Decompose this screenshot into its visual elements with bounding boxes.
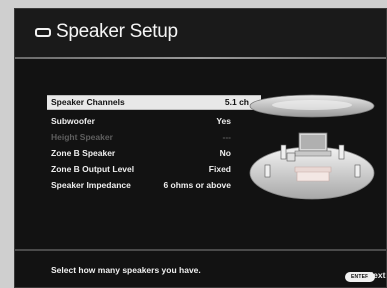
surround-right-speaker — [354, 164, 361, 178]
settings-menu: Speaker Channels 5.1 ch ◂▸ Subwoofer Yes… — [47, 95, 271, 193]
menu-row-label: Speaker Channels — [51, 97, 125, 107]
menu-row-zone-b-output-level[interactable]: Zone B Output Level Fixed — [47, 161, 261, 177]
menu-row-value: No — [219, 148, 231, 158]
menu-row-height-speaker: Height Speaker --- — [47, 129, 261, 145]
tv-screen-inner — [301, 135, 325, 149]
menu-row-speaker-channels[interactable]: Speaker Channels 5.1 ch ◂▸ — [47, 95, 271, 110]
menu-row-zone-b-speaker[interactable]: Zone B Speaker No — [47, 145, 261, 161]
menu-row-value: --- — [222, 132, 232, 142]
title-divider — [15, 57, 386, 59]
speaker-setup-screen: Speaker Setup Speaker Channels 5.1 ch ◂▸… — [14, 8, 387, 288]
menu-row-label: Subwoofer — [51, 116, 95, 126]
ceiling-disc-inner — [272, 100, 352, 110]
menu-row-value: 6 ohms or above — [163, 180, 231, 190]
subwoofer — [286, 152, 296, 162]
front-left-speaker — [280, 144, 287, 160]
title-bar: Speaker Setup — [15, 9, 386, 57]
speaker-layout-graphic — [249, 94, 375, 200]
menu-row-subwoofer[interactable]: Subwoofer Yes — [47, 113, 261, 129]
menu-row-label: Zone B Speaker — [51, 148, 116, 158]
sofa-back — [294, 166, 332, 173]
menu-row-label: Zone B Output Level — [51, 164, 135, 174]
menu-row-speaker-impedance[interactable]: Speaker Impedance 6 ohms or above — [47, 177, 261, 193]
front-right-speaker — [338, 144, 345, 160]
sofa — [296, 170, 330, 182]
menu-row-value: Yes — [216, 116, 231, 126]
tv-stand — [294, 150, 332, 157]
footer-divider — [15, 249, 386, 251]
surround-left-speaker — [264, 164, 271, 178]
title-group: Speaker Setup — [35, 21, 178, 43]
next-label[interactable]: Next — [367, 270, 385, 280]
menu-minus-icon — [35, 27, 51, 37]
menu-row-value: Fixed — [208, 164, 231, 174]
help-text: Select how many speakers you have. — [51, 265, 201, 275]
menu-row-value: 5.1 ch — [224, 97, 249, 107]
page-title: Speaker Setup — [56, 21, 178, 42]
menu-row-label: Height Speaker — [51, 132, 113, 142]
menu-row-label: Speaker Impedance — [51, 180, 131, 190]
